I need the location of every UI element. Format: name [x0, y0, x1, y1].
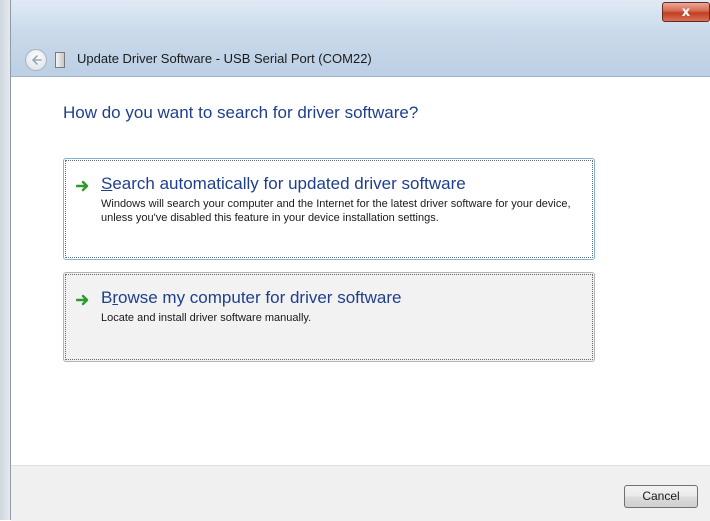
window-title: Update Driver Software - USB Serial Port…	[77, 51, 372, 66]
option-description: Locate and install driver software manua…	[101, 312, 312, 324]
green-arrow-icon	[76, 294, 89, 306]
option-title: Search automatically for updated driver …	[101, 174, 466, 193]
title-bar: x Update Driver Software - USB Serial Po…	[11, 0, 710, 77]
page-heading: How do you want to search for driver sof…	[63, 103, 419, 122]
browse-computer-option[interactable]: Browse my computer for driver software L…	[63, 272, 595, 362]
close-button[interactable]: x	[662, 2, 710, 22]
dialog-footer: Cancel	[11, 465, 710, 521]
update-driver-dialog: x Update Driver Software - USB Serial Po…	[10, 0, 710, 521]
search-automatically-option[interactable]: Search automatically for updated driver …	[63, 158, 595, 260]
background-window-edge	[0, 0, 10, 520]
access-key: S	[101, 174, 113, 193]
option-title: Browse my computer for driver software	[101, 288, 402, 307]
green-arrow-icon	[76, 180, 89, 192]
back-button[interactable]	[25, 49, 47, 71]
back-arrow-icon	[32, 55, 42, 65]
usb-device-icon	[55, 52, 65, 68]
option-description: Windows will search your computer and th…	[101, 198, 571, 224]
cancel-button[interactable]: Cancel	[624, 485, 698, 508]
